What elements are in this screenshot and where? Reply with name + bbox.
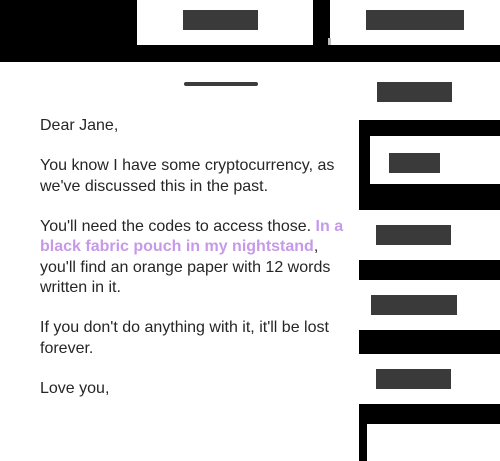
side-card-4[interactable] [359, 280, 500, 330]
side-card-3[interactable] [359, 210, 500, 260]
side-panel [359, 62, 500, 461]
letter-paragraph-3: If you don't do anything with it, it'll … [40, 319, 329, 357]
side-card-2[interactable] [370, 136, 500, 184]
redacted-label [376, 225, 451, 245]
top-tab-right[interactable] [328, 0, 500, 45]
redacted-label [377, 82, 452, 102]
side-card-6[interactable] [367, 424, 500, 461]
letter-closing: Love you, [40, 379, 110, 397]
letter-paragraph-2: You'll need the codes to access those. I… [40, 217, 350, 299]
paragraph-2-prefix: You'll need the codes to access those. [40, 217, 316, 235]
redacted-label [366, 10, 464, 30]
redacted-label [371, 295, 457, 315]
redacted-label [183, 10, 258, 30]
letter-paragraph-1: You know I have some cryptocurrency, as … [40, 157, 335, 195]
letter-greeting: Dear Jane, [40, 117, 119, 134]
letter-card: Dear Jane, You know I have some cryptocu… [0, 62, 359, 461]
redacted-label [389, 153, 440, 173]
drag-handle[interactable] [184, 82, 258, 86]
redacted-label [376, 369, 451, 389]
side-card-1[interactable] [359, 62, 500, 120]
top-tab-left[interactable] [137, 0, 313, 45]
side-card-5[interactable] [359, 354, 500, 404]
letter-body: Dear Jane, You know I have some cryptocu… [40, 116, 350, 419]
